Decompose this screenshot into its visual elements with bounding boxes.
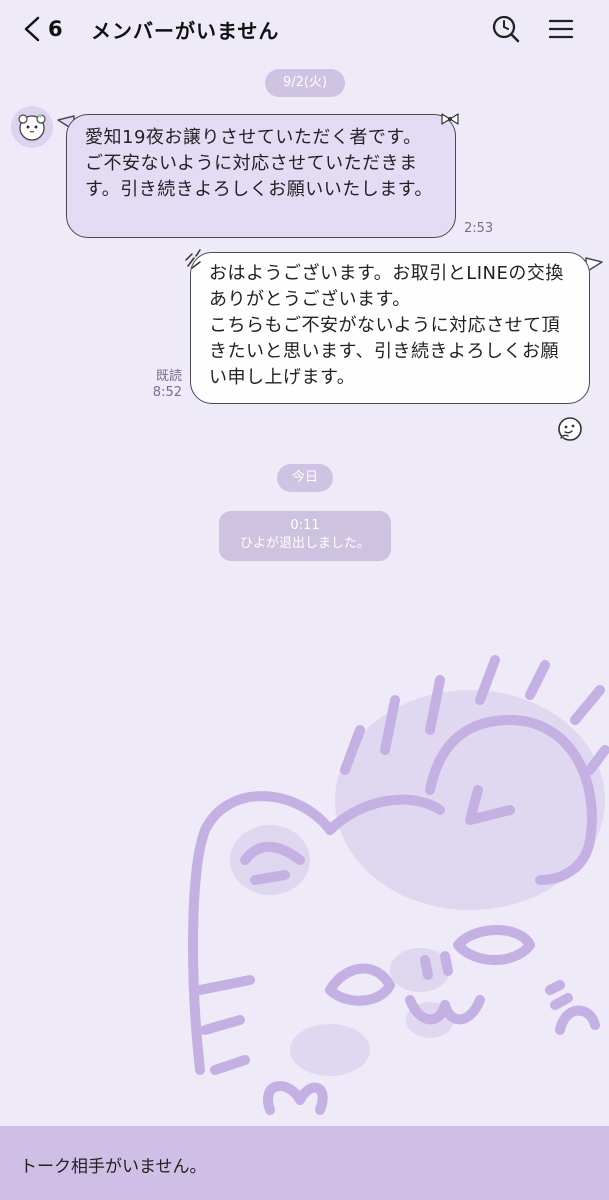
- bow-decoration-icon: [441, 113, 459, 125]
- system-message-text: ひよが退出しました。: [239, 536, 370, 551]
- read-status: 既読: [155, 369, 182, 384]
- date-divider: 9/2(火): [265, 69, 345, 97]
- avatar[interactable]: [11, 106, 53, 148]
- system-message-time: 0:11: [290, 518, 320, 533]
- search-icon: [492, 15, 520, 43]
- sparkle-decoration-icon: [185, 249, 201, 269]
- date-divider: 今日: [277, 464, 333, 492]
- menu-icon: [548, 19, 574, 39]
- input-disabled-notice: トーク相手がいません。: [0, 1126, 609, 1200]
- back-button[interactable]: 6: [22, 14, 82, 44]
- chat-title: メンバーがいません: [91, 19, 280, 43]
- menu-button[interactable]: [544, 12, 578, 46]
- bear-avatar-icon: [18, 114, 46, 141]
- outgoing-message-bubble[interactable]: おはようございます。お取引とLINEの交換ありがとうございます。 こちらもご不安…: [190, 252, 590, 404]
- system-message: 0:11 ひよが退出しました。: [219, 511, 391, 561]
- unread-count: 6: [48, 17, 63, 41]
- incoming-message-bubble[interactable]: 愛知19夜お譲りさせていただく者です。ご不安ないように対応させていただきます。引…: [66, 114, 456, 238]
- search-button[interactable]: [489, 12, 523, 46]
- chevron-left-icon: [24, 16, 40, 42]
- chat-header: 6 メンバーがいません: [0, 0, 609, 58]
- message-time: 8:52: [152, 385, 182, 400]
- message-time: 2:53: [464, 221, 494, 236]
- thinking-face-icon: [558, 417, 582, 441]
- reaction-button[interactable]: [555, 414, 585, 444]
